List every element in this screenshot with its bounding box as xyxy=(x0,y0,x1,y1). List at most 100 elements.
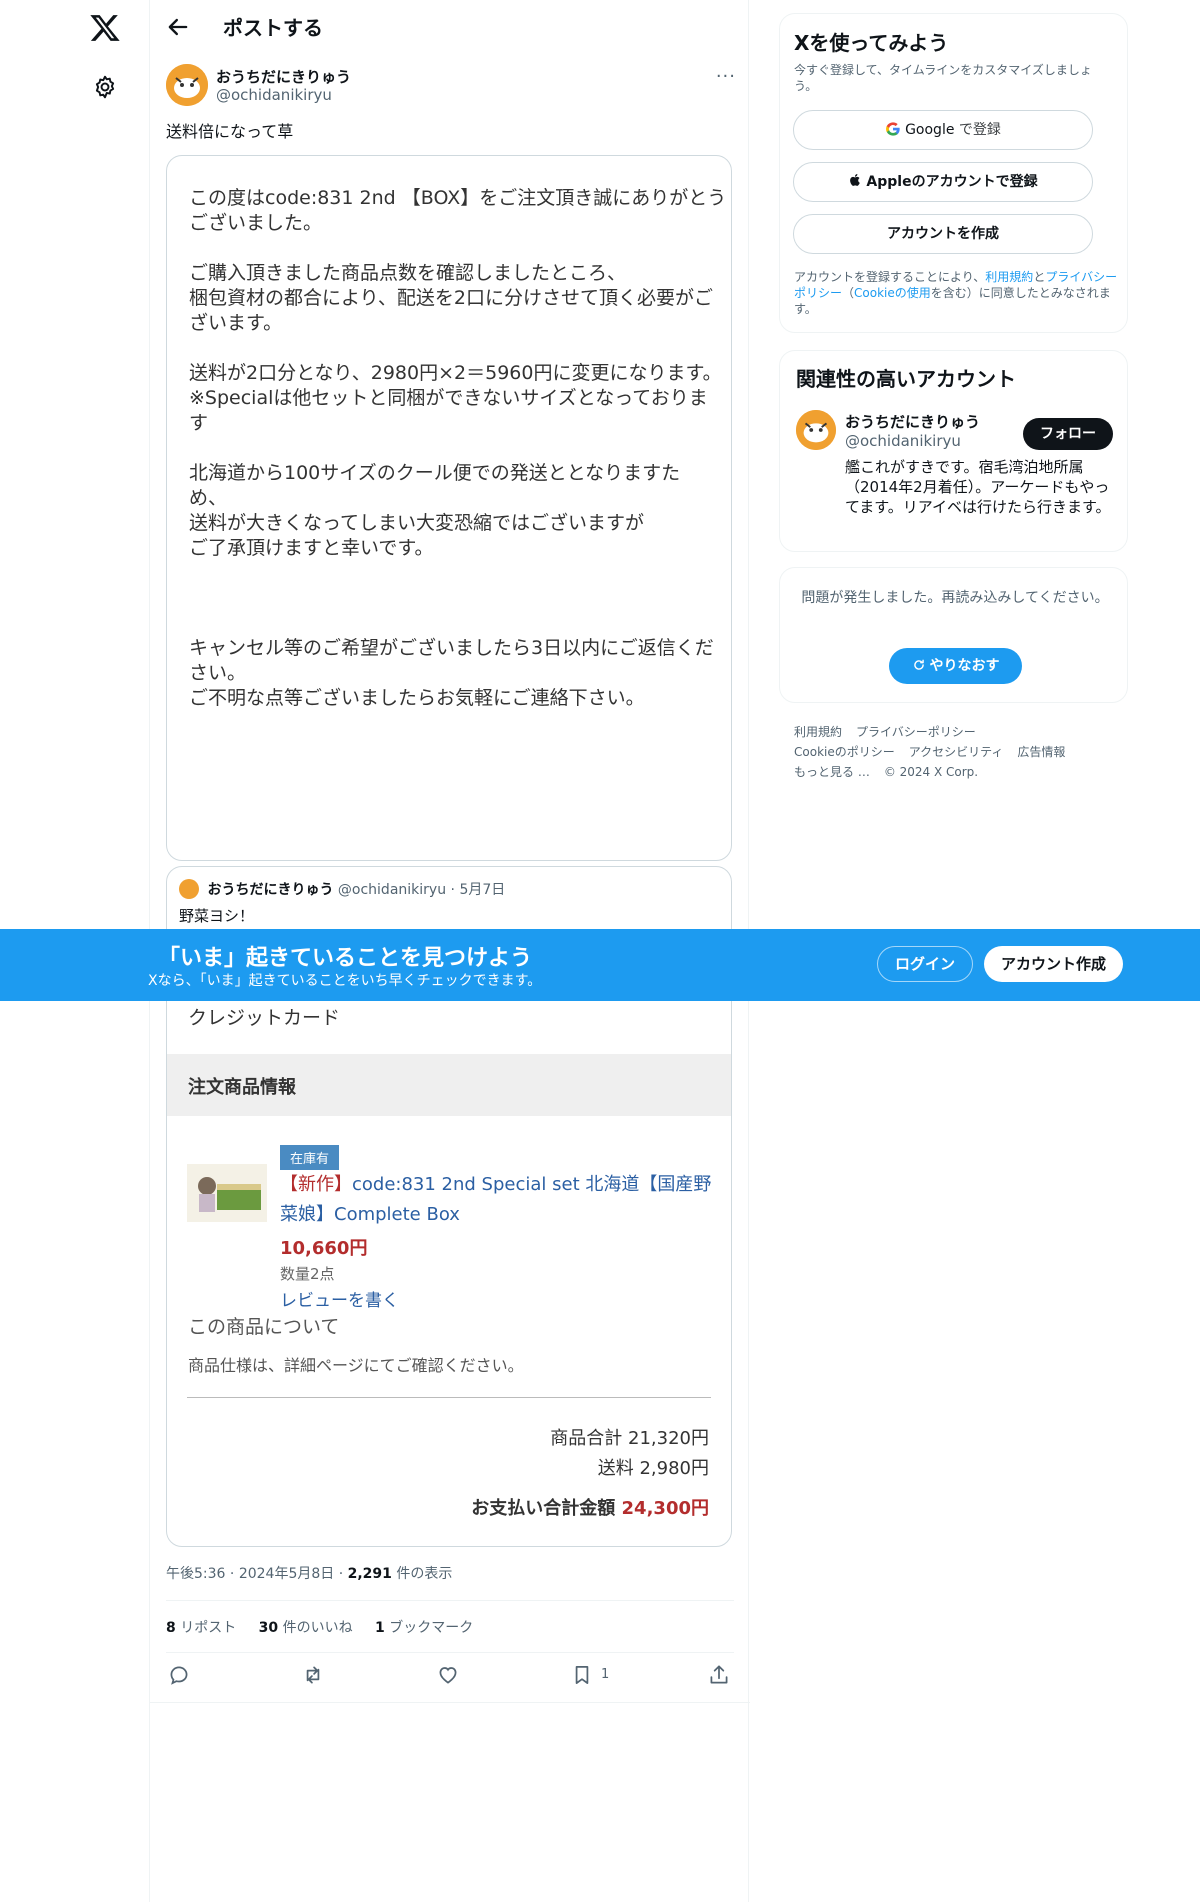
quote-author-name: おうちだにきりゅう xyxy=(207,882,334,898)
stock-badge: 在庫有 xyxy=(280,1145,340,1170)
related-title: 関連性の高いアカウント xyxy=(796,367,1016,391)
likes-count: 30 xyxy=(258,1620,279,1636)
header: ポストする xyxy=(150,0,750,54)
google-icon xyxy=(886,122,900,136)
reposts-count: 8 xyxy=(166,1620,176,1636)
divider xyxy=(187,1397,711,1398)
quote-date: 5月7日 xyxy=(459,882,506,898)
footer-link[interactable]: プライバシーポリシー xyxy=(856,725,976,739)
author-name[interactable]: おうちだにきりゅう xyxy=(216,66,351,87)
post-author: おうちだにきりゅう @ochidanikiryu ··· xyxy=(166,62,736,110)
legal-prefix: アカウントを登録することにより、 xyxy=(794,270,986,284)
signup-subtitle: 今すぐ登録して、タイムラインをカスタマイズしましょう。 xyxy=(794,63,1092,93)
quote-author-handle: @ochidanikiryu xyxy=(337,882,447,898)
footer-link[interactable]: 利用規約 xyxy=(794,725,842,739)
related-bio: 艦これがすきです。宿毛湾泊地所属（2014年2月着任）。アーケードもやってます。… xyxy=(845,458,1111,516)
image-text-line: ざいます。 xyxy=(189,312,283,334)
image-text-line: す xyxy=(189,412,209,434)
footer-link[interactable]: Cookieのポリシー xyxy=(794,745,895,759)
reply-icon[interactable] xyxy=(166,1662,192,1688)
product-price: 10,660円 xyxy=(280,1238,368,1259)
page-title: ポストする xyxy=(223,16,323,40)
signup-banner: 「いま」起きていることを見つけよう Xなら、「いま」起きていることをいち早くチェ… xyxy=(0,929,1200,1001)
author-handle[interactable]: @ochidanikiryu xyxy=(216,86,332,104)
footer-link[interactable]: アクセシビリティ xyxy=(909,745,1004,759)
login-button[interactable]: ログイン xyxy=(877,946,973,982)
create-account-button[interactable]: アカウントを作成 xyxy=(793,214,1093,254)
apple-icon xyxy=(850,174,861,186)
avatar[interactable] xyxy=(796,410,836,450)
post-stats: 8 リポスト 30 件のいいね 1 ブックマーク xyxy=(166,1617,491,1637)
quote-header: おうちだにきりゅう @ochidanikiryu · 5月7日 xyxy=(179,879,505,899)
views-label: 件の表示 xyxy=(396,1566,453,1582)
review-link[interactable]: レビューを書く xyxy=(280,1286,399,1311)
image-text-line: 北海道から100サイズのクール便での発送ととなりますた xyxy=(189,462,681,484)
more-options-icon[interactable]: ··· xyxy=(716,66,736,87)
likes-label: 件のいいね xyxy=(282,1620,353,1636)
divider xyxy=(150,1702,750,1703)
banner-subtitle: Xなら、「いま」起きていることをいち早くチェックできます。 xyxy=(148,973,542,989)
image-text-line: ご不明な点等ございましたらお気軽にご連絡下さい。 xyxy=(189,687,645,709)
post-date[interactable]: 2024年5月8日 xyxy=(239,1566,334,1582)
google-signup-label: Google xyxy=(905,122,955,138)
subtotal: 商品合計 21,320円 xyxy=(550,1428,709,1449)
footer-link[interactable]: もっと見る … xyxy=(794,765,870,779)
back-arrow-icon[interactable] xyxy=(164,13,192,41)
avatar-image xyxy=(796,410,836,450)
related-handle[interactable]: @ochidanikiryu xyxy=(845,432,961,450)
footer-link[interactable]: 広告情報 xyxy=(1017,745,1065,759)
avatar[interactable] xyxy=(166,64,208,106)
meta-separator: · xyxy=(338,1566,344,1582)
retry-label: やりなおす xyxy=(929,658,1000,674)
image-text-line: キャンセル等のご希望がございましたら3日以内にご返信くだ xyxy=(189,637,714,659)
related-accounts-card: 関連性の高いアカウント おうちだにきりゅう @ochidanikiryu フォロ… xyxy=(779,350,1128,552)
product-title[interactable]: 【新作】code:831 2nd Special set 北海道【国産野菜娘】C… xyxy=(280,1170,720,1230)
shipping-cost: 送料 2,980円 xyxy=(597,1458,709,1479)
avatar-image xyxy=(166,64,208,106)
meta-separator: · xyxy=(229,1566,235,1582)
sidebar-footer: 利用規約 プライバシーポリシー Cookieのポリシー アクセシビリティ 広告情報 も… xyxy=(794,722,1114,782)
post-text: 送料倍になって草 xyxy=(166,122,294,141)
divider xyxy=(166,1652,734,1653)
google-signup-button[interactable]: Google で登録 xyxy=(793,110,1093,150)
bookmarks-stat[interactable]: 1 ブックマーク xyxy=(375,1620,473,1636)
image-text-line: ございました。 xyxy=(189,212,323,234)
repost-icon[interactable] xyxy=(300,1662,326,1688)
related-name[interactable]: おうちだにきりゅう xyxy=(845,411,980,432)
legal-text: アカウントを登録することにより、利用規約とプライバシーポリシー（Cookieの使… xyxy=(794,269,1120,317)
order-total: お支払い合計金額 24,300円 xyxy=(471,1494,709,1520)
quote-avatar xyxy=(179,879,199,899)
post-image[interactable]: この度はcode:831 2nd 【BOX】をご注文頂き誠にありがとう ございま… xyxy=(166,155,732,861)
share-icon[interactable] xyxy=(706,1662,732,1688)
reposts-stat[interactable]: 8 リポスト xyxy=(166,1620,236,1636)
like-icon[interactable] xyxy=(435,1662,461,1688)
payment-method: クレジットカード xyxy=(188,1007,341,1029)
retry-button[interactable]: やりなおす xyxy=(889,648,1022,684)
apple-signup-button[interactable]: Appleのアカウントで登録 xyxy=(793,162,1093,202)
bookmark-icon xyxy=(575,1666,589,1684)
post-time[interactable]: 午後5:36 xyxy=(166,1566,225,1582)
bookmarks-count: 1 xyxy=(375,1620,385,1636)
post-timestamp: 午後5:36 · 2024年5月8日 · 2,291 件の表示 xyxy=(166,1563,452,1583)
views-count: 2,291 xyxy=(347,1566,392,1582)
divider xyxy=(166,1600,734,1601)
apple-signup-label: Appleのアカウントで登録 xyxy=(866,174,1038,190)
likes-stat[interactable]: 30 件のいいね xyxy=(259,1620,353,1636)
signup-button[interactable]: アカウント作成 xyxy=(984,946,1123,982)
terms-link[interactable]: 利用規約 xyxy=(985,270,1033,284)
bookmark-action[interactable]: 1 xyxy=(569,1662,629,1688)
cookie-link[interactable]: Cookieの使用 xyxy=(854,286,931,300)
legal-paren: （ xyxy=(842,286,855,300)
image-text-line: ご了承頂けますと幸いです。 xyxy=(189,537,434,559)
x-logo-icon[interactable] xyxy=(89,12,121,44)
product-quantity: 数量2点 xyxy=(280,1265,335,1283)
follow-button[interactable]: フォロー xyxy=(1023,418,1113,450)
product-new-label: 【新作】 xyxy=(280,1174,352,1195)
reposts-label: リポスト xyxy=(180,1620,237,1636)
quote-separator: · xyxy=(450,882,455,898)
image-text-line: ※Specialは他セットと同梱ができないサイズとなっておりま xyxy=(189,387,708,409)
legal-and: と xyxy=(1033,270,1046,284)
total-label: お支払い合計金額 xyxy=(471,1498,616,1519)
post-actions: 1 xyxy=(166,1662,734,1692)
gear-icon[interactable] xyxy=(92,74,118,100)
